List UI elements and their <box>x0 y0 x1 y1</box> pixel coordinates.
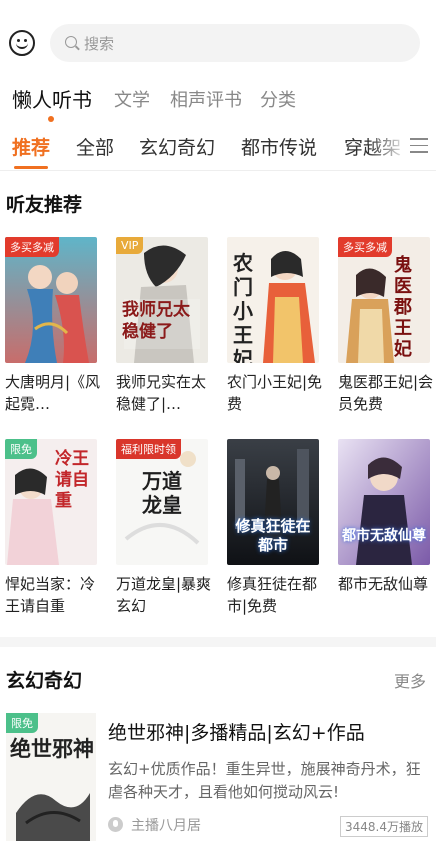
cover-text: 万道龙皇 <box>142 469 182 517</box>
play-count: 3448.4万播放 <box>340 816 428 837</box>
book-cover: VIP 我师兄太稳健了 <box>116 237 208 363</box>
book-description: 玄幻+优质作品！重生异世，施展神奇丹术，狂虐各种天才，且看他如何搅动风云! <box>108 760 421 801</box>
book-cover: 农门小王妃 <box>227 237 319 363</box>
badge-vip: VIP <box>116 237 144 254</box>
section-title-fantasy: 玄幻奇幻 <box>6 670 83 692</box>
top-bar: 搜索 <box>0 0 436 80</box>
book-card[interactable]: 福利限时领 万道龙皇 万道龙皇|暴爽玄幻 <box>116 439 211 617</box>
book-card[interactable]: 多买多减 鬼医郡王妃 鬼医郡王妃|会员免费 <box>338 237 433 415</box>
smile-mouth <box>16 41 28 49</box>
book-card[interactable]: 都市无敌仙尊 都市无敌仙尊 <box>338 439 430 595</box>
book-cover[interactable]: 限免 绝世邪神 <box>6 713 96 841</box>
cover-text: 修真狂徒在都市 <box>235 517 311 554</box>
search-placeholder: 搜索 <box>84 35 115 53</box>
subtab-recommend[interactable]: 推荐 <box>12 133 50 160</box>
book-card[interactable]: 限免 冷王请自重 悍妃当家：冷王请自重 <box>5 439 97 617</box>
book-cover: 限免 冷王请自重 <box>5 439 97 565</box>
badge-limited: 福利限时领 <box>116 439 181 459</box>
book-card[interactable]: 多买多减 大唐明月|《风起霓… <box>5 237 100 415</box>
book-title: 悍妃当家：冷王请自重 <box>5 575 96 615</box>
host-name: 主播八月居 <box>131 818 201 834</box>
cover-text: 冷王请自重 <box>55 449 89 511</box>
main-tabs: 懒人听书 文学 相声评书 分类 <box>0 80 436 122</box>
book-cover: 都市无敌仙尊 <box>338 439 430 565</box>
book-title: 我师兄实在太稳健了|… <box>116 373 207 413</box>
cover-text: 鬼医郡王妃 <box>394 255 412 360</box>
book-title: 鬼医郡王妃|会员免费 <box>338 373 434 413</box>
book-cover: 修真狂徒在都市 <box>227 439 319 565</box>
mic-icon <box>108 817 123 832</box>
subtab-all[interactable]: 全部 <box>76 133 114 160</box>
book-cover: 多买多减 鬼医郡王妃 <box>338 237 430 363</box>
search-input[interactable]: 搜索 <box>50 24 420 62</box>
book-title: 万道龙皇|暴爽玄幻 <box>116 575 212 615</box>
badge-free: 限免 <box>6 713 38 733</box>
book-title: 农门小王妃|免费 <box>227 373 323 413</box>
book-title[interactable]: 绝世邪神|多播精品|玄幻+作品 <box>108 718 365 745</box>
section-title-recommend: 听友推荐 <box>6 194 83 216</box>
search-icon <box>65 36 77 48</box>
subtab-underline <box>14 166 48 169</box>
book-title: 都市无敌仙尊 <box>338 575 429 593</box>
section-gap <box>0 637 436 647</box>
badge: 多买多减 <box>338 237 392 257</box>
more-link[interactable]: 更多 <box>394 668 426 692</box>
divider <box>0 170 436 171</box>
menu-icon[interactable] <box>410 138 428 154</box>
badge-free: 限免 <box>5 439 37 459</box>
subtab-fade <box>368 125 408 169</box>
tab-literature[interactable]: 文学 <box>114 86 150 112</box>
tab-lanren[interactable]: 懒人听书 <box>12 84 92 113</box>
book-cover: 多买多减 <box>5 237 97 363</box>
book-title: 修真狂徒在都市|免费 <box>227 575 318 615</box>
book-cover: 福利限时领 万道龙皇 <box>116 439 208 565</box>
cover-text: 绝世邪神 <box>10 736 94 761</box>
cover-text: 农门小王妃 <box>233 251 253 363</box>
tab-crosstalk[interactable]: 相声评书 <box>170 86 242 112</box>
cover-text: 都市无敌仙尊 <box>342 528 426 544</box>
user-avatar-icon[interactable] <box>9 30 35 56</box>
book-card[interactable]: 农门小王妃 农门小王妃|免费 <box>227 237 322 415</box>
subtab-urban[interactable]: 都市传说 <box>241 133 317 160</box>
book-title: 大唐明月|《风起霓… <box>5 373 101 413</box>
active-tab-indicator <box>48 116 54 122</box>
badge: 多买多减 <box>5 237 59 257</box>
host-info: 主播八月居 <box>108 815 201 835</box>
cover-text: 我师兄太稳健了 <box>122 300 190 342</box>
book-card[interactable]: 修真狂徒在都市 修真狂徒在都市|免费 <box>227 439 319 617</box>
book-card[interactable]: VIP 我师兄太稳健了 我师兄实在太稳健了|… <box>116 237 208 415</box>
sub-tabs: 推荐 全部 玄幻奇幻 都市传说 穿越架 <box>0 125 436 169</box>
tab-category[interactable]: 分类 <box>260 86 296 112</box>
subtab-fantasy[interactable]: 玄幻奇幻 <box>139 133 215 160</box>
